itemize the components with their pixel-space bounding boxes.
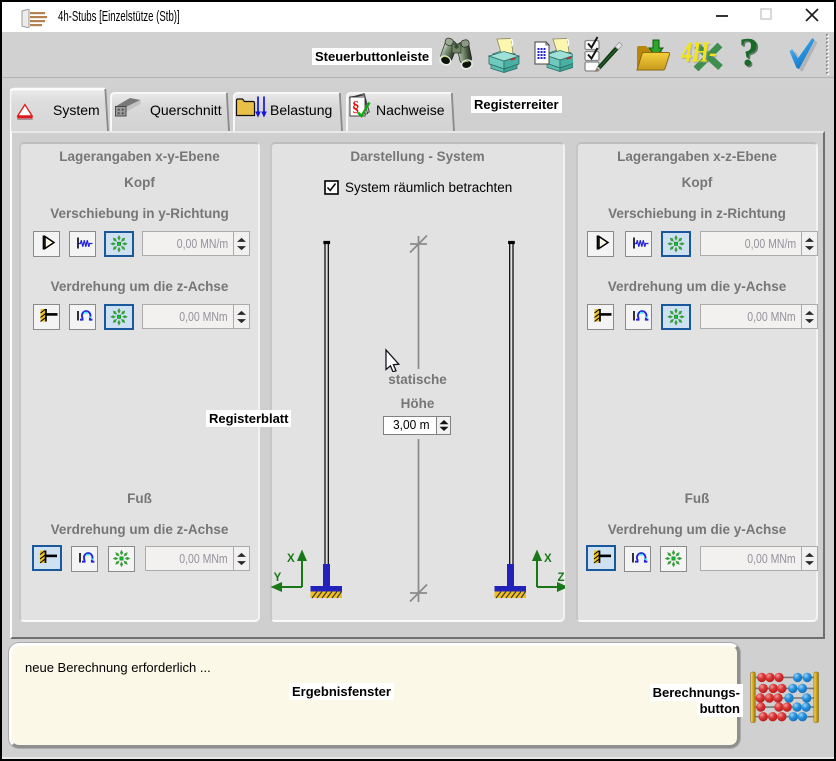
svg-text:Y: Y (274, 572, 282, 584)
svg-text:X: X (287, 553, 295, 565)
svg-text:Querschnitt: Querschnitt (150, 102, 222, 118)
svg-text:4H-: 4H- (680, 37, 716, 68)
svg-text:Z: Z (558, 572, 565, 584)
svg-text:Belastung: Belastung (270, 102, 332, 118)
svg-text:Nachweise: Nachweise (376, 102, 445, 118)
svg-text:X: X (544, 553, 552, 565)
svg-text:System: System (53, 102, 100, 118)
svg-text:?: ? (739, 34, 759, 74)
